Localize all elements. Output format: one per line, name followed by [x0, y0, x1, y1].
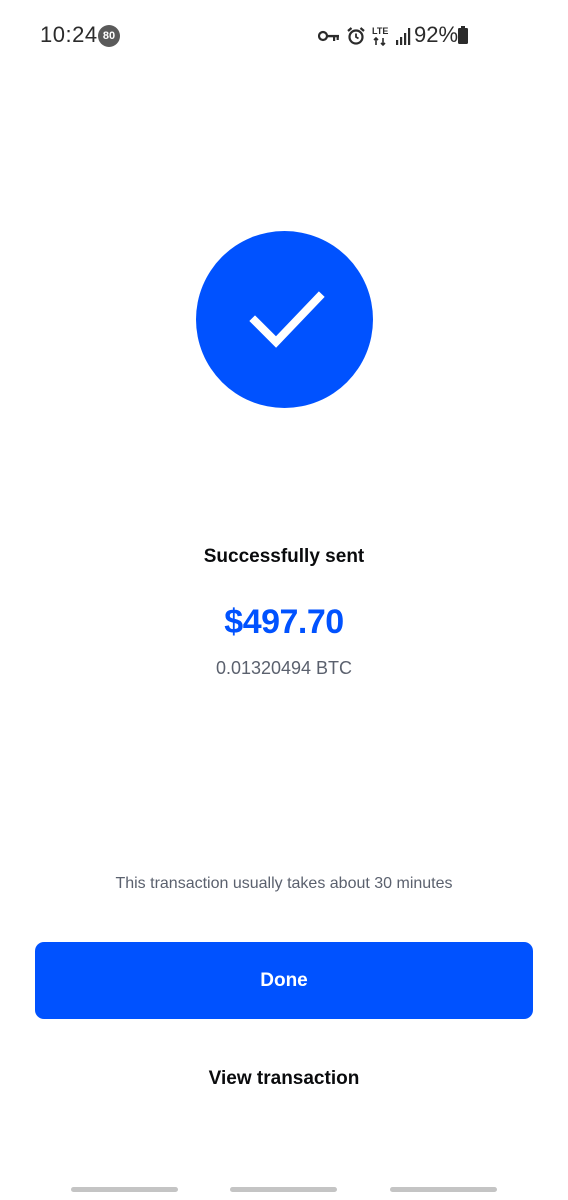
- success-badge: [196, 231, 373, 408]
- lte-label: LTE: [372, 26, 388, 36]
- battery-percentage: 92%: [414, 22, 459, 47]
- transaction-time-note: This transaction usually takes about 30 …: [115, 875, 453, 892]
- view-transaction-button[interactable]: View transaction: [134, 1062, 434, 1096]
- key-icon: [318, 29, 340, 43]
- nav-back-handle[interactable]: [390, 1187, 497, 1192]
- nav-home-handle[interactable]: [230, 1187, 337, 1192]
- checkmark-icon: [249, 291, 325, 348]
- sent-amount-fiat: $497.70: [224, 603, 344, 641]
- system-navigation-bar: [0, 1176, 568, 1200]
- status-icons: LTE: [318, 24, 412, 48]
- signal-icon: [396, 27, 412, 45]
- battery-icon: [458, 26, 468, 44]
- done-button[interactable]: Done: [35, 942, 533, 1019]
- lte-icon: LTE: [372, 25, 390, 47]
- send-success-screen: 10:24 80 LTE 92% Successfully sent $497.…: [0, 0, 568, 1200]
- status-bar: 10:24 80 LTE 92%: [0, 0, 568, 72]
- nav-recents-handle[interactable]: [71, 1187, 178, 1192]
- notification-count-badge: 80: [98, 25, 120, 47]
- sent-amount-crypto: 0.01320494 BTC: [215, 658, 353, 678]
- success-title: Successfully sent: [203, 546, 365, 567]
- status-time: 10:24: [40, 22, 98, 47]
- alarm-icon: [346, 26, 366, 46]
